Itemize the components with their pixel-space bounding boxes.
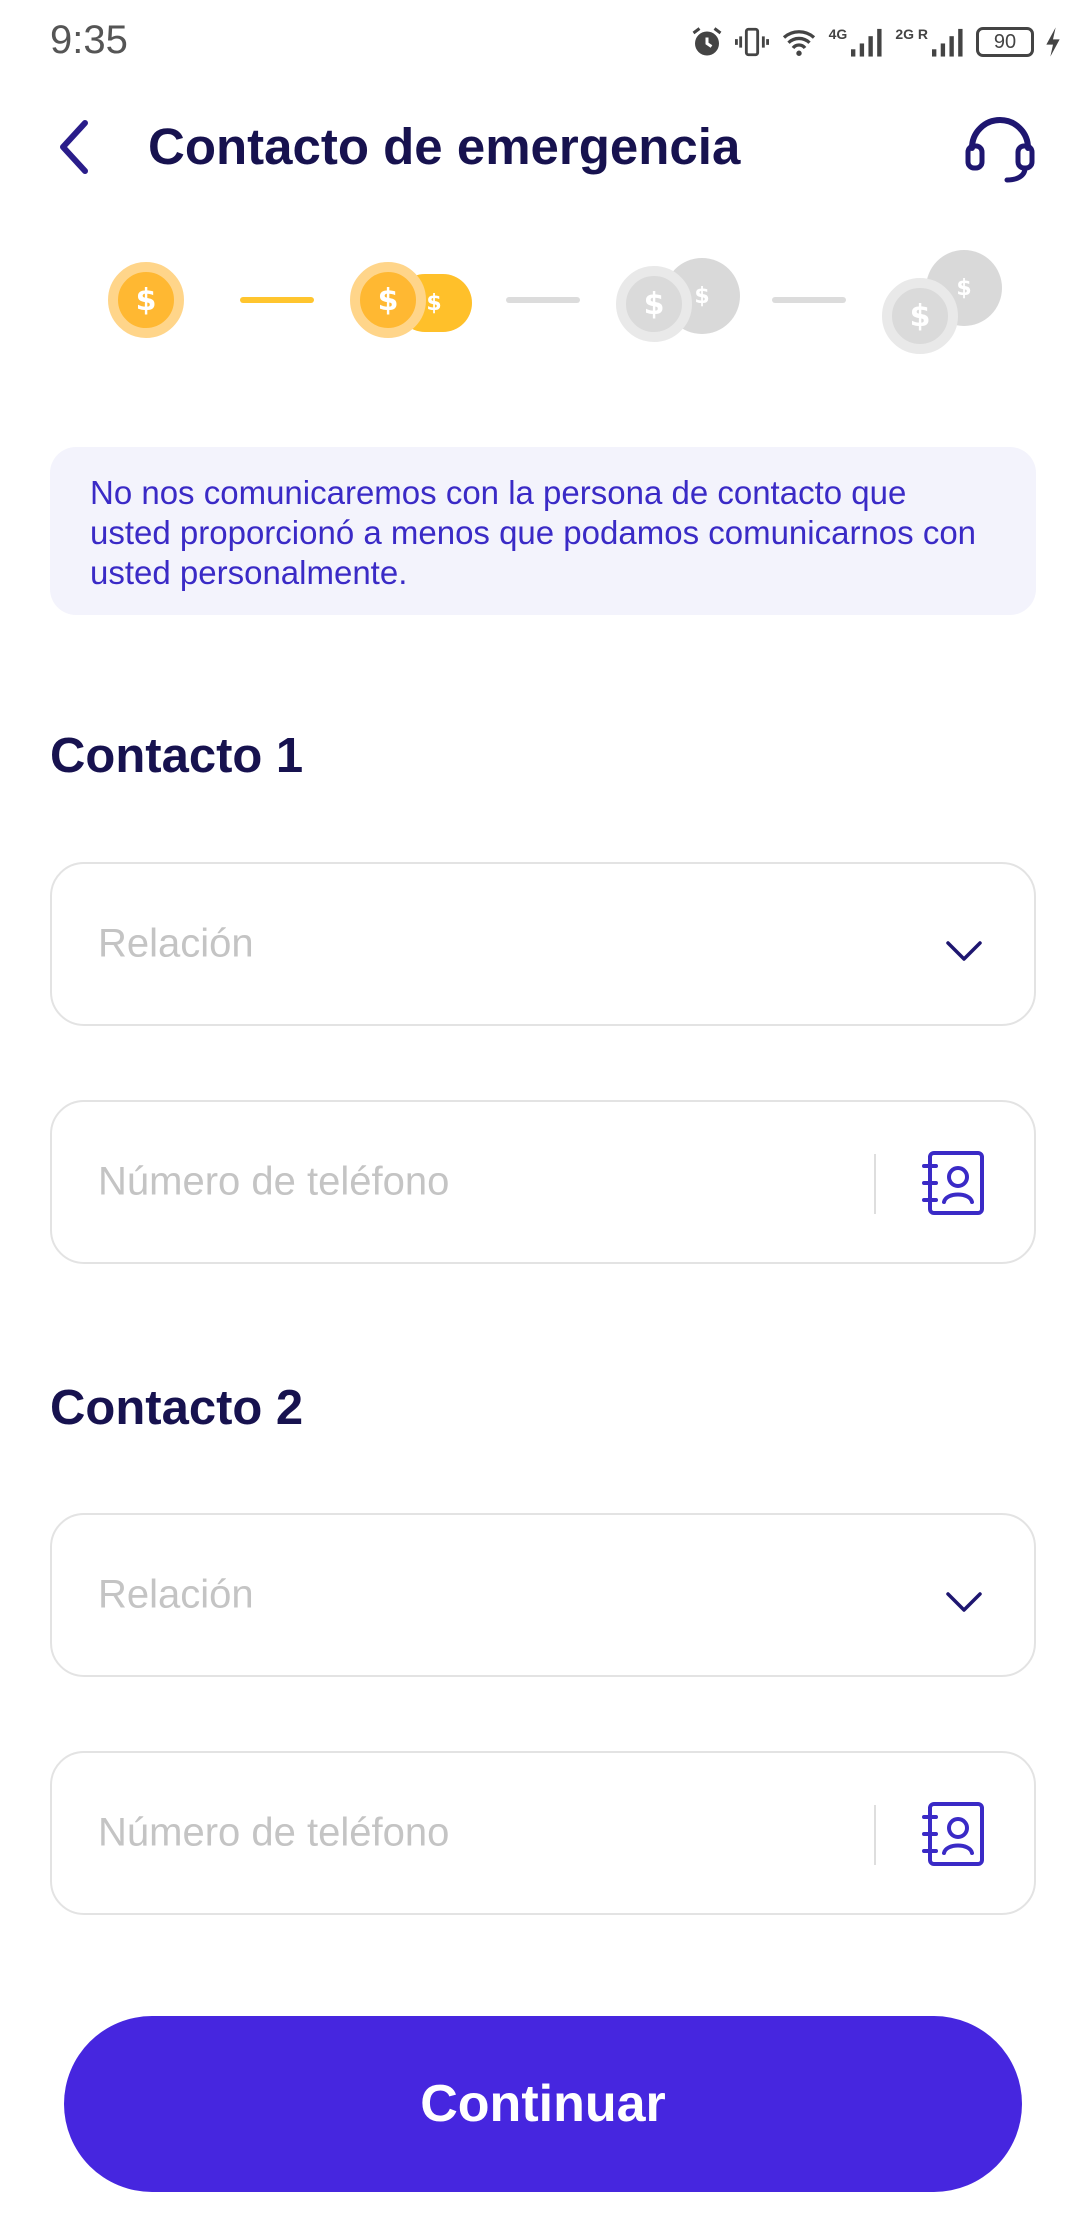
contact-1-title: Contacto 1: [50, 729, 304, 783]
field-divider: [874, 1805, 876, 1865]
alarm-icon: [692, 27, 722, 56]
signal-icon: 2G R: [895, 26, 966, 58]
status-icons: 4G 2G R 90: [689, 20, 1062, 64]
chevron-down-icon: [946, 941, 982, 961]
chevron-down-icon: [946, 1592, 982, 1612]
contact-book-icon[interactable]: [922, 1150, 986, 1216]
battery-level: 90: [993, 30, 1017, 53]
vibrate-icon: [734, 27, 769, 57]
network-4g-label: 4G: [828, 26, 848, 42]
page-title: Contacto de emergencia: [148, 118, 741, 175]
notice-box: No nos comunicaremos con la persona de c…: [50, 447, 1036, 615]
contact-2-phone-input[interactable]: Número de teléfono: [50, 1751, 1036, 1915]
step-4-coin-icon: $: [882, 278, 958, 354]
progress-steps: $ $ $ $ $ $ $: [0, 250, 1080, 360]
signal-icon: 4G: [829, 26, 886, 58]
wifi-icon: [782, 30, 815, 56]
contact-2-relation-select[interactable]: Relación: [50, 1513, 1036, 1677]
network-2g-label: 2G R: [895, 26, 928, 42]
notice-text: No nos comunicaremos con la persona de c…: [90, 474, 977, 591]
relation-placeholder: Relación: [98, 921, 254, 966]
step-1-coin-icon: $: [108, 262, 184, 338]
battery-icon: 90: [976, 27, 1034, 57]
contact-1-phone-input[interactable]: Número de teléfono: [50, 1100, 1036, 1264]
headset-icon: [965, 117, 1035, 183]
step-connector-3: [772, 297, 846, 303]
contact-2-title: Contacto 2: [50, 1381, 304, 1435]
step-2-coin-icon: $: [350, 262, 426, 338]
chevron-left-icon: [60, 120, 88, 174]
phone-placeholder: Número de teléfono: [98, 1159, 450, 1204]
step-connector-2: [506, 297, 580, 303]
phone-placeholder: Número de teléfono: [98, 1810, 450, 1855]
charging-icon: [1046, 27, 1060, 57]
step-connector-1: [240, 297, 314, 303]
step-3-coin-icon: $: [616, 266, 692, 342]
relation-placeholder: Relación: [98, 1572, 254, 1617]
back-button[interactable]: [44, 112, 104, 182]
field-divider: [874, 1154, 876, 1214]
support-button[interactable]: [962, 108, 1038, 184]
contact-book-icon[interactable]: [922, 1801, 986, 1867]
contact-1-relation-select[interactable]: Relación: [50, 862, 1036, 1026]
status-time: 9:35: [50, 18, 128, 62]
continue-button[interactable]: Continuar: [64, 2016, 1022, 2192]
